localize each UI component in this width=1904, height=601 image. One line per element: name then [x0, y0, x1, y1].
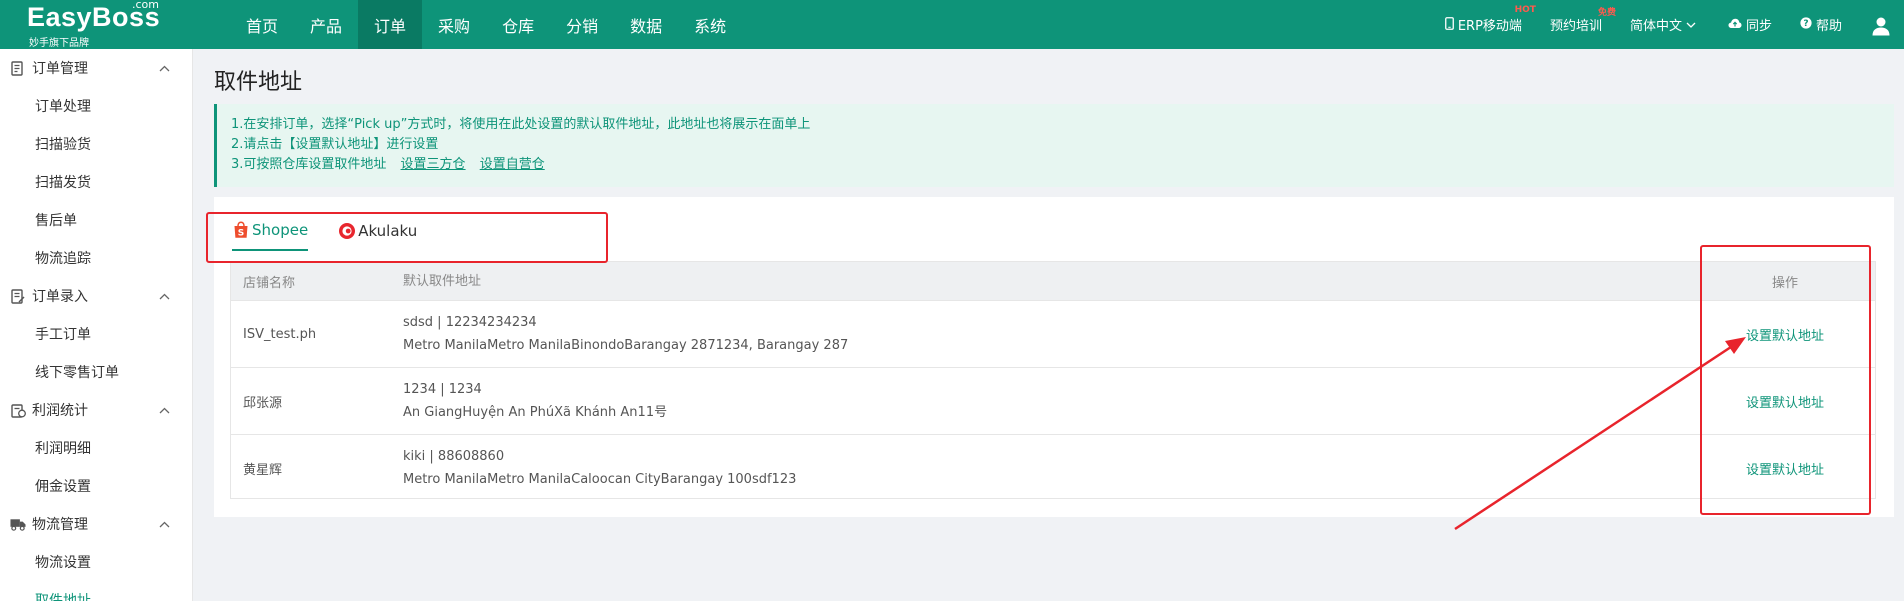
- nav-warehouse[interactable]: 仓库: [486, 0, 550, 49]
- own-warehouse-link[interactable]: 设置自营仓: [480, 157, 545, 172]
- help-button[interactable]: ? 帮助: [1800, 15, 1842, 34]
- cell-shop: 黄星辉: [243, 462, 283, 478]
- cell-full-address: Metro ManilaMetro ManilaCaloocan CityBar…: [403, 472, 797, 487]
- erp-mobile-label: ERP移动端: [1457, 19, 1522, 34]
- table-row: 黄星辉 kiki | 88608860 Metro ManilaMetro Ma…: [231, 434, 1875, 501]
- erp-mobile-link[interactable]: ERP移动端 HOT: [1444, 5, 1536, 34]
- top-right-menu: ERP移动端 HOT 预约培训 免费 简体中文 同步 ? 帮助: [1444, 0, 1904, 49]
- svg-text:?: ?: [1803, 19, 1808, 29]
- chevron-up-icon: [159, 61, 170, 75]
- sync-label: 同步: [1745, 19, 1772, 34]
- brand-sub: 妙手旗下品牌: [29, 38, 89, 49]
- header-shop: 店铺名称: [243, 275, 296, 291]
- sidebar-group-label: 订单录入: [32, 289, 88, 305]
- sidebar-item-profit-detail[interactable]: 利润明细: [0, 429, 192, 467]
- table-header: 店铺名称 默认取件地址 操作: [231, 262, 1875, 300]
- cell-contact: sdsd | 12234234234: [403, 315, 537, 330]
- language-label: 简体中文: [1629, 19, 1682, 34]
- sidebar-group-order-management[interactable]: 订单管理: [0, 49, 192, 87]
- sidebar-item-pickup-address[interactable]: 取件地址: [0, 581, 192, 601]
- brand-com: .com: [132, 0, 159, 11]
- sidebar: 订单管理 订单处理 扫描验货 扫描发货 售后单 物流追踪 订单录入 手工订单 线…: [0, 49, 193, 601]
- nav-purchase[interactable]: 采购: [422, 0, 486, 49]
- table-row: ISV_test.ph sdsd | 12234234234 Metro Man…: [231, 300, 1875, 367]
- nav-product[interactable]: 产品: [294, 0, 358, 49]
- sidebar-item-scan-inspect[interactable]: 扫描验货: [0, 125, 192, 163]
- brand-logo[interactable]: EasyBoss .com 妙手旗下品牌: [27, 0, 167, 49]
- nav-system[interactable]: 系统: [678, 0, 742, 49]
- language-select[interactable]: 简体中文: [1630, 15, 1700, 34]
- sidebar-group-order-entry[interactable]: 订单录入: [0, 277, 192, 315]
- sidebar-group-label: 利润统计: [32, 403, 88, 419]
- sidebar-item-commission[interactable]: 佣金设置: [0, 467, 192, 505]
- order-icon: [10, 60, 26, 76]
- address-table: 店铺名称 默认取件地址 操作 ISV_test.ph sdsd | 122342…: [230, 261, 1876, 499]
- annotation-box-tabs: [206, 212, 608, 263]
- top-bar: EasyBoss .com 妙手旗下品牌 首页 产品 订单 采购 仓库 分销 数…: [0, 0, 1904, 49]
- chevron-up-icon: [159, 403, 170, 417]
- page-title: 取件地址: [214, 70, 303, 95]
- sidebar-group-profit[interactable]: 利润统计: [0, 391, 192, 429]
- table-row: 邱张源 1234 | 1234 An GiangHuyện An PhúXã K…: [231, 367, 1875, 434]
- cell-contact: 1234 | 1234: [403, 382, 482, 397]
- sidebar-group-label: 订单管理: [32, 61, 88, 77]
- help-icon: ?: [1800, 17, 1812, 32]
- third-party-warehouse-link[interactable]: 设置三方仓: [401, 157, 466, 172]
- sidebar-item-after-sales[interactable]: 售后单: [0, 201, 192, 239]
- notice-line-1: 1.在安排订单，选择“Pick up”方式时，将使用在此处设置的默认取件地址，此…: [231, 117, 811, 132]
- sidebar-item-offline-retail[interactable]: 线下零售订单: [0, 353, 192, 391]
- training-link[interactable]: 预约培训 免费: [1549, 8, 1616, 34]
- notice-line-3: 3.可按照仓库设置取件地址 设置三方仓 设置自营仓: [231, 155, 1894, 175]
- user-avatar[interactable]: [1870, 14, 1892, 36]
- hot-badge: HOT: [1514, 5, 1536, 15]
- mobile-icon: [1444, 16, 1454, 33]
- nav-home[interactable]: 首页: [230, 0, 294, 49]
- chevron-up-icon: [159, 289, 170, 303]
- cloud-upload-icon: [1728, 18, 1742, 32]
- annotation-box-operation: [1700, 245, 1871, 515]
- entry-icon: [10, 288, 26, 304]
- notice-line-3-text: 3.可按照仓库设置取件地址: [231, 157, 387, 172]
- sidebar-item-logistics-settings[interactable]: 物流设置: [0, 543, 192, 581]
- cell-address: kiki | 88608860 Metro ManilaMetro Manila…: [403, 445, 796, 491]
- free-badge: 免费: [1597, 8, 1616, 18]
- nav-distribution[interactable]: 分销: [550, 0, 614, 49]
- main-nav: 首页 产品 订单 采购 仓库 分销 数据 系统: [230, 0, 742, 49]
- training-label: 预约培训: [1549, 19, 1602, 34]
- truck-icon: [10, 516, 26, 532]
- sidebar-item-scan-ship[interactable]: 扫描发货: [0, 163, 192, 201]
- sync-button[interactable]: 同步: [1728, 15, 1772, 34]
- notice-line-2: 2.请点击【设置默认地址】进行设置: [231, 137, 439, 152]
- profit-icon: [10, 402, 26, 418]
- sidebar-item-manual-order[interactable]: 手工订单: [0, 315, 192, 353]
- notice-box: 1.在安排订单，选择“Pick up”方式时，将使用在此处设置的默认取件地址，此…: [214, 104, 1894, 187]
- nav-order[interactable]: 订单: [358, 0, 423, 49]
- cell-address: sdsd | 12234234234 Metro ManilaMetro Man…: [403, 311, 848, 357]
- sidebar-group-logistics[interactable]: 物流管理: [0, 505, 192, 543]
- nav-data[interactable]: 数据: [614, 0, 678, 49]
- cell-shop: 邱张源: [243, 395, 283, 411]
- cell-shop: ISV_test.ph: [243, 326, 317, 342]
- sidebar-item-order-processing[interactable]: 订单处理: [0, 87, 192, 125]
- cell-full-address: An GiangHuyện An PhúXã Khánh An11号: [403, 405, 668, 420]
- cell-full-address: Metro ManilaMetro ManilaBinondoBarangay …: [403, 338, 849, 353]
- sidebar-item-tracking[interactable]: 物流追踪: [0, 239, 192, 277]
- cell-address: 1234 | 1234 An GiangHuyện An PhúXã Khánh…: [403, 378, 667, 424]
- user-icon: [1872, 17, 1890, 35]
- help-label: 帮助: [1815, 19, 1842, 34]
- sidebar-group-label: 物流管理: [32, 517, 88, 533]
- chevron-up-icon: [159, 517, 170, 531]
- cell-contact: kiki | 88608860: [403, 449, 505, 464]
- chevron-down-icon: [1686, 18, 1696, 32]
- header-address: 默认取件地址: [403, 273, 482, 289]
